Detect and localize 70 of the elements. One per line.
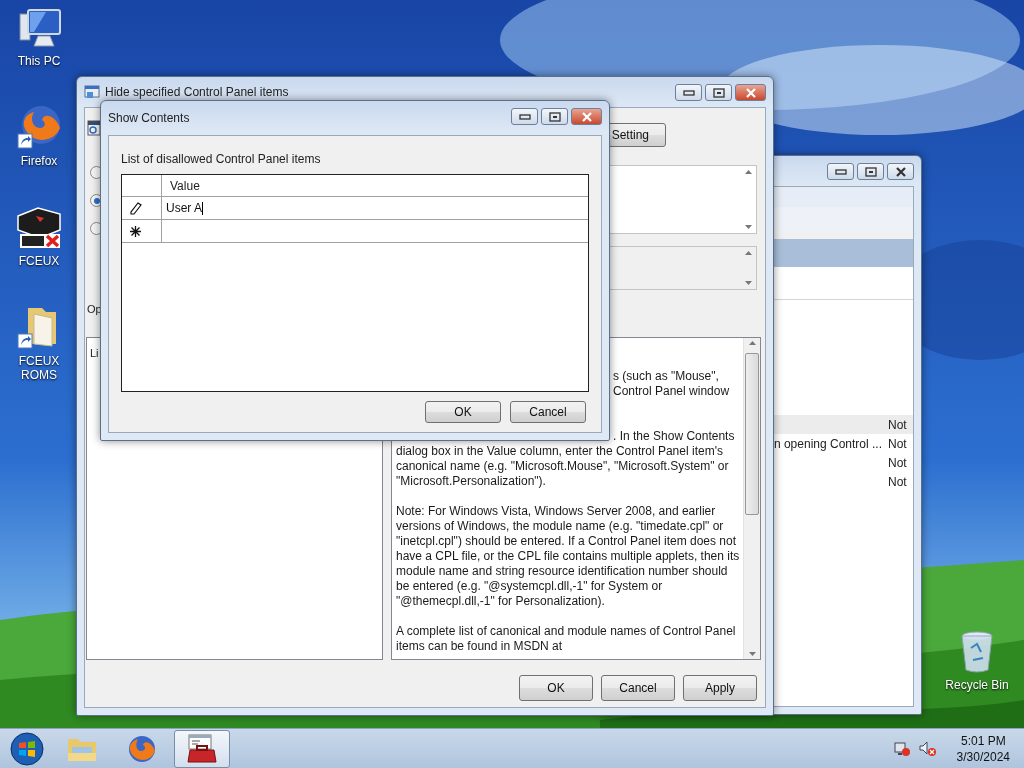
help-text-line: dialog box in the Value column, enter the Control Panel item's bbox=[396, 444, 723, 459]
scroll-down-icon[interactable] bbox=[748, 652, 756, 656]
desktop-shortcut[interactable]: This PC bbox=[0, 8, 78, 68]
help-text-line: Control Panel window bbox=[613, 384, 730, 399]
help-text-line: versions of Windows, the module name (e.g. "timedate.cpl" or bbox=[396, 519, 724, 534]
scrollbar[interactable] bbox=[743, 338, 760, 659]
computer-icon bbox=[16, 8, 62, 50]
close-button[interactable] bbox=[887, 163, 914, 180]
close-icon bbox=[894, 166, 907, 177]
help-text-line: . In the Show Contents bbox=[613, 429, 735, 444]
help-text-line: "@themecpl.dll,-1" for Personalization). bbox=[396, 594, 605, 609]
close-icon bbox=[744, 87, 757, 98]
table-cell-text: Not bbox=[887, 417, 908, 432]
table-cell-text: Not bbox=[887, 474, 908, 489]
help-text-line: "Microsoft.Personalization"). bbox=[396, 474, 546, 489]
table-cell-text: n opening Control ... bbox=[772, 436, 883, 451]
settings-page-icon bbox=[87, 120, 101, 136]
pencil-icon bbox=[130, 201, 142, 215]
help-text-line: A complete list of canonical and module names of Control Panel bbox=[396, 624, 736, 639]
close-icon bbox=[580, 111, 593, 122]
maximize-icon bbox=[712, 87, 725, 98]
window-title: Hide specified Control Panel items bbox=[105, 85, 290, 99]
maximize-button[interactable] bbox=[857, 163, 884, 180]
scroll-down-icon[interactable] bbox=[744, 225, 752, 229]
desktop-shortcut[interactable]: Firefox bbox=[0, 104, 78, 168]
option-text: Li bbox=[90, 347, 99, 359]
toolbox-icon bbox=[186, 734, 218, 764]
policy-icon bbox=[84, 84, 100, 100]
scroll-up-icon[interactable] bbox=[744, 170, 752, 174]
globe-fox-icon bbox=[16, 104, 62, 150]
trash-bin-icon bbox=[959, 630, 995, 674]
maximize-icon bbox=[548, 111, 561, 122]
minimize-icon bbox=[518, 113, 531, 120]
help-text-line: "inetcpl.cpl") should be entered. If a Control Panel item does not bbox=[396, 534, 737, 549]
scroll-down-icon[interactable] bbox=[744, 281, 752, 285]
help-text-line: canonical name (e.g. "Microsoft.Mouse", "Microsoft.System" or bbox=[396, 459, 729, 474]
minimize-icon bbox=[682, 89, 695, 96]
desktop-shortcut[interactable]: Recycle Bin bbox=[938, 630, 1016, 692]
help-text-line: be entered (e.g. "@systemcpl.dll,-1" for System or bbox=[396, 579, 663, 594]
minimize-button[interactable] bbox=[827, 163, 854, 180]
table-cell-text: Not bbox=[887, 436, 908, 451]
dialog-button[interactable]: Cancel bbox=[510, 401, 586, 423]
help-text-line: items can be found in MSDN at bbox=[396, 639, 563, 654]
dialog-button[interactable]: Cancel bbox=[601, 675, 675, 701]
maximize-icon bbox=[864, 166, 877, 177]
taskbar-app-button[interactable] bbox=[174, 730, 230, 768]
help-text-line: have a CPL file, or the CPL file contains multiple applets, then its bbox=[396, 549, 740, 564]
muted-speaker-icon[interactable] bbox=[918, 741, 937, 757]
windows-logo-icon bbox=[9, 731, 45, 767]
help-text-line: s (such as "Mouse", bbox=[613, 369, 719, 384]
dialog-button[interactable]: OK bbox=[425, 401, 501, 423]
desktop-shortcut[interactable]: FCEUX bbox=[0, 204, 78, 268]
scroll-up-icon[interactable] bbox=[748, 341, 756, 345]
minimize-icon bbox=[834, 168, 847, 175]
list-label: List of disallowed Control Panel items bbox=[121, 152, 321, 166]
maximize-button[interactable] bbox=[541, 108, 568, 125]
dialog-button[interactable]: OK bbox=[519, 675, 593, 701]
window-title: Show Contents bbox=[108, 111, 191, 125]
network-icon[interactable] bbox=[892, 741, 911, 757]
help-text-line: Note: For Windows Vista, Windows Server 2008, and earlier bbox=[396, 504, 716, 519]
help-text-line: module name and string resource identification number should bbox=[396, 564, 728, 579]
globe-fox-icon bbox=[127, 734, 157, 764]
console-icon bbox=[14, 204, 64, 250]
dialog-button[interactable]: Apply bbox=[683, 675, 757, 701]
asterisk-icon bbox=[130, 225, 141, 237]
minimize-button[interactable] bbox=[511, 108, 538, 125]
minimize-button[interactable] bbox=[675, 84, 702, 101]
scroll-up-icon[interactable] bbox=[744, 251, 752, 255]
maximize-button[interactable] bbox=[705, 84, 732, 101]
clock[interactable]: 5:01 PM 3/30/2024 bbox=[956, 733, 1010, 765]
